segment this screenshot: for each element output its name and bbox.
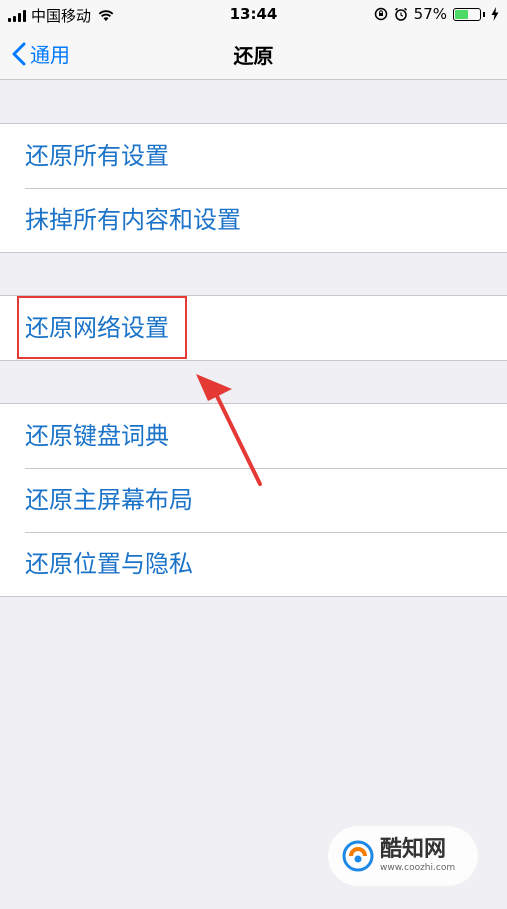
battery-percentage: 57% — [413, 5, 447, 23]
reset-all-settings-row[interactable]: 还原所有设置 — [0, 124, 507, 188]
status-bar: 中国移动 13:44 57% — [0, 0, 507, 30]
settings-group-reset-all: 还原所有设置 抹掉所有内容和设置 — [0, 123, 507, 253]
alarm-icon — [394, 7, 407, 21]
erase-all-content-row[interactable]: 抹掉所有内容和设置 — [0, 188, 507, 252]
settings-group-other-resets: 还原键盘词典 还原主屏幕布局 还原位置与隐私 — [0, 403, 507, 597]
settings-group-network: 还原网络设置 — [0, 295, 507, 361]
reset-keyboard-dictionary-row[interactable]: 还原键盘词典 — [0, 404, 507, 468]
battery-icon — [453, 7, 481, 21]
status-bar-right: 57% — [374, 5, 499, 23]
charging-bolt-icon — [491, 7, 499, 21]
watermark-name: 酷知网 — [380, 837, 447, 862]
page-title: 还原 — [233, 44, 274, 68]
watermark-logo: 酷知网 www.coozhi.com — [328, 826, 478, 886]
reset-home-screen-layout-row[interactable]: 还原主屏幕布局 — [0, 468, 507, 532]
reset-network-settings-row[interactable]: 还原网络设置 — [0, 296, 507, 360]
navigation-bar: 通用 还原 — [0, 30, 507, 80]
battery-cap — [483, 11, 485, 17]
rotation-lock-icon — [374, 7, 387, 21]
watermark-url: www.coozhi.com — [380, 863, 456, 873]
reset-location-privacy-row[interactable]: 还原位置与隐私 — [0, 532, 507, 596]
coozhi-logo-icon — [342, 840, 374, 872]
